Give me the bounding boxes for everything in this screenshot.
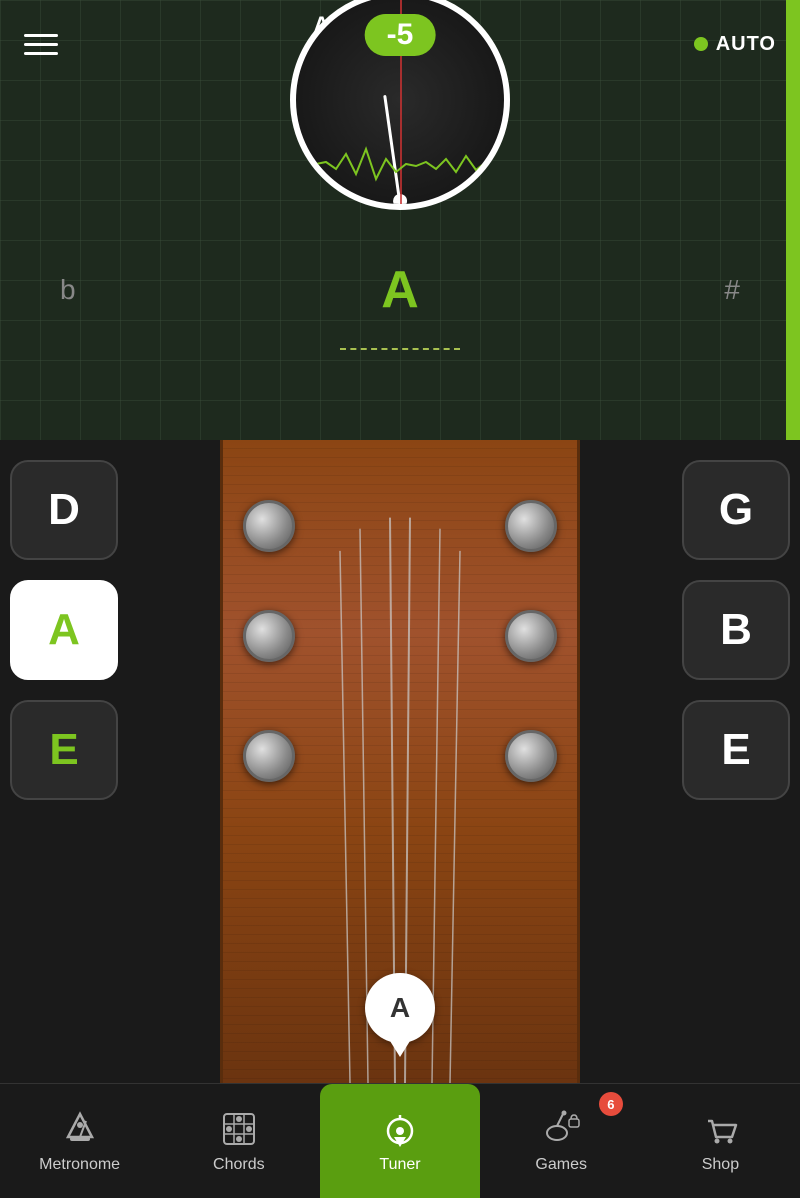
string-btn-a[interactable]: A [10,580,118,680]
current-note: A [381,260,419,320]
flat-symbol: b [60,274,76,306]
auto-label: AUTO [716,33,776,56]
string-btn-g[interactable]: G [682,460,790,560]
chords-icon [218,1108,260,1150]
menu-button[interactable] [24,34,58,55]
nav-tuner-label: Tuner [379,1156,420,1174]
pin-bubble: A [365,973,435,1043]
note-label-row: b A # [0,260,800,320]
tuner-circle-wrapper: -5 [290,0,510,210]
games-icon [540,1108,582,1150]
tuner-area: AUTO ANDARD TU... -5 b A # [0,0,800,440]
nav-chords-label: Chords [213,1156,265,1174]
sharp-symbol: # [724,274,740,306]
bottom-nav: Metronome Chords [0,1083,800,1198]
headstock-area: D A E G B E A [0,440,800,1083]
waveform [316,134,496,194]
tuner-value: -5 [365,14,436,56]
nav-metronome[interactable]: Metronome [0,1084,159,1198]
string-btn-e-high[interactable]: E [682,700,790,800]
metronome-icon [59,1108,101,1150]
nav-metronome-label: Metronome [39,1156,120,1174]
string-pin: A [365,973,435,1043]
nav-shop[interactable]: Shop [641,1084,800,1198]
nav-chords[interactable]: Chords [159,1084,318,1198]
nav-games[interactable]: 6 Games [482,1084,641,1198]
string-btn-e-low[interactable]: E [10,700,118,800]
dotted-arrow [340,348,460,350]
pin-note: A [390,992,410,1024]
shop-icon [699,1108,741,1150]
tuner-icon [379,1108,421,1150]
nav-shop-label: Shop [702,1156,739,1174]
string-btn-b[interactable]: B [682,580,790,680]
auto-dot [694,37,708,51]
nav-games-label: Games [535,1156,587,1174]
auto-badge[interactable]: AUTO [694,33,776,56]
games-badge: 6 [599,1092,623,1116]
string-btn-d[interactable]: D [10,460,118,560]
tuner-circle: -5 [290,0,510,210]
nav-tuner[interactable]: Tuner [320,1084,479,1198]
